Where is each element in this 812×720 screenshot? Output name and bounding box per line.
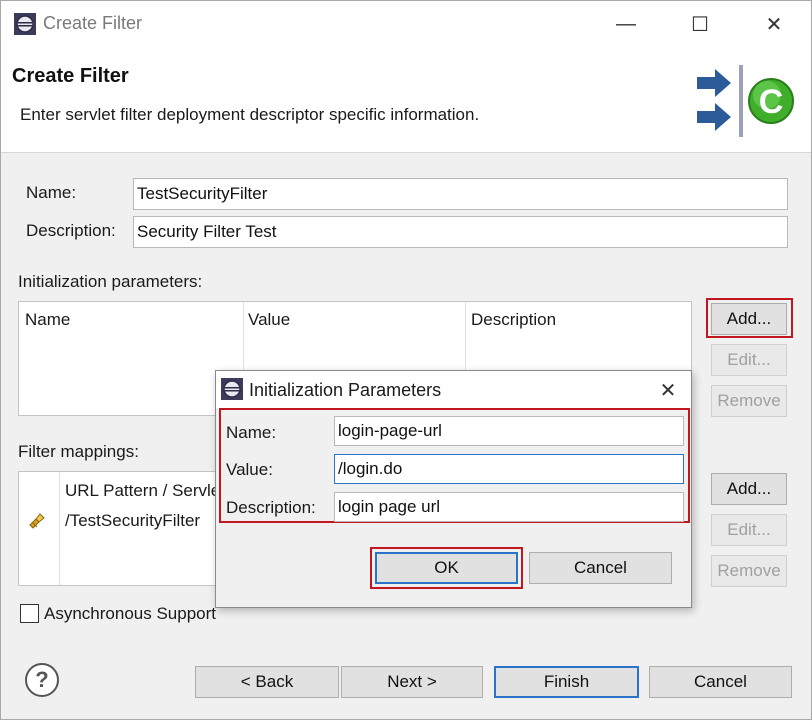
init-params-edit-button[interactable]: Edit... [711, 344, 787, 376]
column-header-name[interactable]: Name [25, 310, 70, 330]
dialog-cancel-button[interactable]: Cancel [529, 552, 672, 584]
wizard-title: Create Filter [12, 65, 129, 87]
window-title: Create Filter [43, 13, 143, 33]
init-params-add-button[interactable]: Add... [711, 303, 787, 335]
dialog-title: Initialization Parameters [249, 380, 442, 400]
column-header-value[interactable]: Value [248, 310, 290, 330]
new-filter-wizard-icon: C [697, 65, 794, 137]
dialog-close-icon[interactable]: ✕ [648, 373, 688, 407]
dialog-name-field[interactable]: login-page-url [334, 416, 684, 446]
dialog-description-field[interactable]: login page url [334, 492, 684, 522]
cancel-button[interactable]: Cancel [649, 666, 792, 698]
maximize-button[interactable]: ☐ [677, 7, 723, 41]
async-support-label: Asynchronous Support [44, 604, 216, 623]
wizard-header: Create Filter Enter servlet filter deplo… [1, 47, 811, 153]
filter-mappings-label: Filter mappings: [18, 442, 139, 461]
filter-mappings-edit-button[interactable]: Edit... [711, 514, 787, 546]
close-button[interactable]: ✕ [751, 7, 797, 41]
eclipse-app-icon [14, 13, 36, 35]
init-params-remove-button[interactable]: Remove [711, 385, 787, 417]
dialog-ok-button[interactable]: OK [375, 552, 518, 584]
name-field[interactable]: TestSecurityFilter [133, 178, 788, 210]
svg-text:C: C [759, 83, 784, 121]
eclipse-app-icon [221, 378, 243, 400]
minimize-button[interactable]: — [603, 7, 649, 41]
column-separator [59, 472, 60, 585]
dialog-value-field[interactable]: /login.do [334, 454, 684, 484]
filter-mappings-add-button[interactable]: Add... [711, 473, 787, 505]
dialog-description-label: Description: [226, 498, 316, 517]
dialog-name-label: Name: [226, 423, 277, 442]
filter-mappings-remove-button[interactable]: Remove [711, 555, 787, 587]
description-label: Description: [26, 221, 116, 240]
name-label: Name: [26, 183, 77, 202]
wizard-description: Enter servlet filter deployment descript… [20, 105, 480, 124]
async-support-checkbox[interactable] [20, 604, 39, 623]
url-pattern-icon [29, 513, 45, 529]
next-button[interactable]: Next > [341, 666, 483, 698]
help-icon[interactable]: ? [25, 663, 59, 697]
column-header-description[interactable]: Description [471, 310, 556, 330]
dialog-title-bar: Initialization Parameters ✕ [216, 371, 691, 409]
dialog-value-label: Value: [226, 460, 273, 479]
title-bar: Create Filter — ☐ ✕ [1, 1, 811, 47]
init-params-dialog: Initialization Parameters ✕ Name: login-… [215, 370, 692, 608]
init-params-label: Initialization parameters: [18, 272, 203, 291]
description-field[interactable]: Security Filter Test [133, 216, 788, 248]
finish-button[interactable]: Finish [494, 666, 639, 698]
create-filter-window: Create Filter — ☐ ✕ Create Filter Enter … [0, 0, 812, 720]
back-button[interactable]: < Back [195, 666, 339, 698]
filter-mapping-row[interactable]: /TestSecurityFilter [65, 511, 200, 531]
